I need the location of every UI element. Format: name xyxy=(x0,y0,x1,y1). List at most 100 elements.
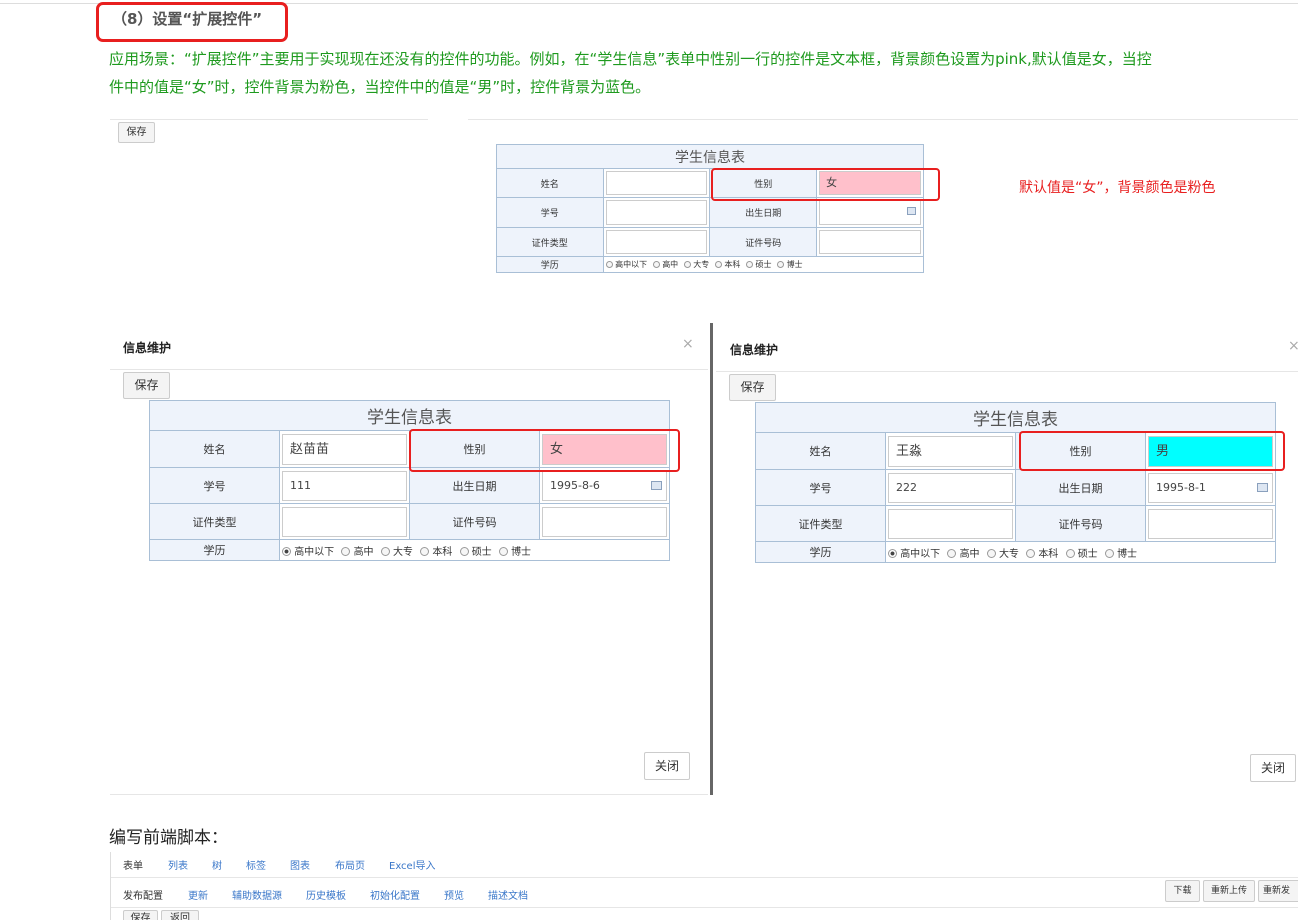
education-options: 高中以下 高中 大专 本科 硕士 博士 xyxy=(885,541,1276,563)
name-label: 姓名 xyxy=(496,168,604,198)
radio-edu-1[interactable] xyxy=(888,549,897,558)
dialog-save-button-right[interactable]: 保存 xyxy=(729,374,776,401)
calendar-icon[interactable] xyxy=(651,480,662,490)
cert-no-input[interactable] xyxy=(1148,508,1273,539)
cert-type-label: 证件类型 xyxy=(496,227,604,257)
heading-highlight-box xyxy=(96,2,288,42)
designer-save-button[interactable]: 保存 xyxy=(123,910,158,920)
edu-option-label: 本科 xyxy=(432,546,453,558)
tab-layout[interactable]: 布局页 xyxy=(335,857,365,872)
dialog-title-right: 信息维护 xyxy=(730,343,779,357)
subtab-history-template[interactable]: 历史模板 xyxy=(306,887,346,902)
radio-edu-3[interactable] xyxy=(683,261,691,268)
student-id-label: 学号 xyxy=(755,469,886,506)
education-options: 高中以下 高中 大专 本科 硕士 博士 xyxy=(279,539,670,561)
name-label: 姓名 xyxy=(755,432,886,470)
preview-gender-highlight xyxy=(711,168,940,201)
dialog-close-button-right[interactable]: 关闭 xyxy=(1250,754,1296,782)
subtab-publish-config[interactable]: 发布配置 xyxy=(123,887,163,902)
tab-chart[interactable]: 图表 xyxy=(290,857,310,872)
reupload-button[interactable]: 重新上传 xyxy=(1203,880,1255,902)
birth-date-value: 1995-8-6 xyxy=(550,478,600,492)
tab-tree[interactable]: 树 xyxy=(212,857,222,872)
edu-option-label: 硕士 xyxy=(1077,548,1098,560)
radio-edu-3[interactable] xyxy=(380,547,390,556)
name-input[interactable] xyxy=(605,171,708,195)
birth-date-input[interactable]: 1995-8-1 xyxy=(1148,472,1273,503)
radio-edu-1[interactable] xyxy=(605,261,613,268)
radio-edu-2[interactable] xyxy=(947,549,957,558)
edu-option-label: 博士 xyxy=(511,546,532,558)
subtab-description-doc[interactable]: 描述文档 xyxy=(488,887,528,902)
student-id-input[interactable]: 222 xyxy=(888,472,1013,503)
student-id-input[interactable] xyxy=(605,200,708,225)
education-label: 学历 xyxy=(149,539,280,561)
edu-option-label: 大专 xyxy=(998,548,1019,560)
cert-no-label: 证件号码 xyxy=(409,503,540,540)
edu-option-label: 高中以下 xyxy=(294,546,335,558)
radio-edu-1[interactable] xyxy=(282,547,291,556)
close-icon[interactable]: × xyxy=(1288,338,1298,354)
birth-date-value: 1995-8-1 xyxy=(1156,480,1206,494)
edu-option-label: 本科 xyxy=(724,260,741,269)
name-input[interactable]: 赵苗苗 xyxy=(282,433,407,465)
birth-date-input[interactable] xyxy=(819,200,921,225)
cert-type-input[interactable] xyxy=(888,508,1013,539)
radio-edu-5[interactable] xyxy=(1065,549,1075,558)
radio-edu-4[interactable] xyxy=(420,547,430,556)
radio-edu-2[interactable] xyxy=(652,261,660,268)
subtab-init-config[interactable]: 初始化配置 xyxy=(370,887,420,902)
tab-list[interactable]: 列表 xyxy=(168,857,188,872)
cert-no-input[interactable] xyxy=(819,230,921,254)
education-label: 学历 xyxy=(755,541,886,563)
description-line-1: 应用场景：“扩展控件”主要用于实现现在还没有的控件的功能。例如，在“学生信息”表… xyxy=(109,50,1152,68)
cert-no-label: 证件号码 xyxy=(709,227,818,257)
male-gender-highlight xyxy=(1019,431,1285,471)
radio-edu-6[interactable] xyxy=(498,547,508,556)
download-button[interactable]: 下载 xyxy=(1165,880,1200,902)
script-heading: 编写前端脚本： xyxy=(109,828,228,848)
designer-back-button[interactable]: 返回 xyxy=(161,910,199,920)
subtab-aux-datasource[interactable]: 辅助数据源 xyxy=(232,887,282,902)
edu-option-label: 高中 xyxy=(959,548,980,560)
edu-option-label: 高中以下 xyxy=(900,548,941,560)
radio-edu-6[interactable] xyxy=(1104,549,1114,558)
preview-save-button[interactable]: 保存 xyxy=(118,122,155,143)
name-input[interactable]: 王淼 xyxy=(888,435,1013,467)
radio-edu-4[interactable] xyxy=(714,261,722,268)
student-id-input[interactable]: 111 xyxy=(282,470,407,501)
close-icon[interactable]: × xyxy=(682,336,694,352)
dialog-save-button-left[interactable]: 保存 xyxy=(123,372,170,399)
dialog-close-button-left[interactable]: 关闭 xyxy=(644,752,690,780)
cert-type-input[interactable] xyxy=(605,230,708,254)
radio-edu-4[interactable] xyxy=(1026,549,1036,558)
default-value-note: 默认值是“女”，背景颜色是粉色 xyxy=(1019,180,1216,196)
tab-label[interactable]: 标签 xyxy=(246,857,266,872)
preview-rule-right xyxy=(468,119,1298,120)
tab-excel-import[interactable]: Excel导入 xyxy=(389,857,436,872)
dialog-title-left: 信息维护 xyxy=(123,341,172,355)
subtab-preview[interactable]: 预览 xyxy=(444,887,464,902)
subtab-rule xyxy=(111,907,1298,908)
radio-edu-5[interactable] xyxy=(745,261,753,268)
name-label: 姓名 xyxy=(149,430,280,468)
republish-button[interactable]: 重新发 xyxy=(1258,880,1298,902)
birth-date-input[interactable]: 1995-8-6 xyxy=(542,470,667,501)
tab-form[interactable]: 表单 xyxy=(123,857,143,872)
screenshot-divider xyxy=(710,323,713,795)
subtab-update[interactable]: 更新 xyxy=(188,887,208,902)
calendar-icon[interactable] xyxy=(907,207,916,215)
dialog-footer-rule-left xyxy=(110,794,708,795)
calendar-icon[interactable] xyxy=(1257,482,1268,492)
radio-edu-3[interactable] xyxy=(986,549,996,558)
radio-edu-5[interactable] xyxy=(459,547,469,556)
description: 应用场景：“扩展控件”主要用于实现现在还没有的控件的功能。例如，在“学生信息”表… xyxy=(109,45,1298,101)
designer-panel: 表单 列表 树 标签 图表 布局页 Excel导入 发布配置 更新 辅助数据源 … xyxy=(110,852,1298,920)
cert-type-input[interactable] xyxy=(282,506,407,537)
cert-no-input[interactable] xyxy=(542,506,667,537)
preview-rule-left xyxy=(110,119,428,120)
edu-option-label: 高中以下 xyxy=(615,260,648,269)
radio-edu-6[interactable] xyxy=(777,261,785,268)
tab-rule xyxy=(111,877,1298,878)
radio-edu-2[interactable] xyxy=(341,547,351,556)
